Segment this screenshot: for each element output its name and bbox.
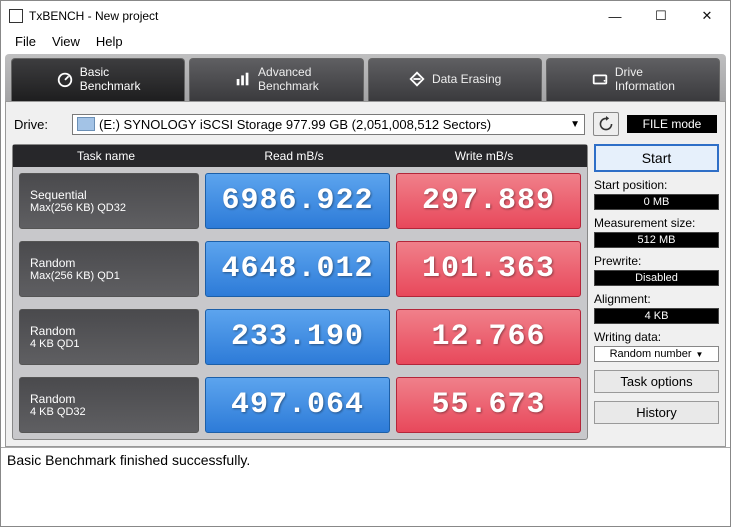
side-panel: Start Start position: 0 MB Measurement s… — [594, 144, 719, 440]
menu-view[interactable]: View — [46, 33, 86, 50]
drive-select[interactable]: (E:) SYNOLOGY iSCSI Storage 977.99 GB (2… — [72, 114, 585, 135]
task-random-4k-qd1[interactable]: Random4 KB QD1 — [19, 309, 199, 365]
read-value: 6986.922 — [205, 173, 390, 229]
gauge-icon — [56, 70, 74, 88]
minimize-button[interactable]: — — [592, 1, 638, 31]
close-button[interactable]: ✕ — [684, 1, 730, 31]
disk-icon — [77, 117, 95, 131]
menu-file[interactable]: File — [9, 33, 42, 50]
start-position-label: Start position: — [594, 174, 719, 192]
write-value: 101.363 — [396, 241, 581, 297]
app-name: TxBENCH — [29, 9, 84, 23]
results-table: Task name Read mB/s Write mB/s Sequentia… — [12, 144, 588, 440]
prewrite-value[interactable]: Disabled — [594, 270, 719, 286]
tab-strip: BasicBenchmark AdvancedBenchmark Data Er… — [5, 54, 726, 101]
drive-label: Drive: — [14, 117, 64, 132]
read-value: 233.190 — [205, 309, 390, 365]
file-mode-indicator[interactable]: FILE mode — [627, 115, 717, 133]
refresh-button[interactable] — [593, 112, 619, 136]
task-random-4k-qd32[interactable]: Random4 KB QD32 — [19, 377, 199, 433]
chevron-down-icon: ▼ — [696, 350, 704, 359]
task-sequential[interactable]: SequentialMax(256 KB) QD32 — [19, 173, 199, 229]
alignment-value[interactable]: 4 KB — [594, 308, 719, 324]
history-button[interactable]: History — [594, 401, 719, 424]
measurement-size-label: Measurement size: — [594, 212, 719, 230]
table-row: Random4 KB QD1 233.190 12.766 — [13, 303, 587, 371]
start-position-value[interactable]: 0 MB — [594, 194, 719, 210]
start-button[interactable]: Start — [594, 144, 719, 172]
drive-row: Drive: (E:) SYNOLOGY iSCSI Storage 977.9… — [12, 106, 719, 142]
task-options-button[interactable]: Task options — [594, 370, 719, 393]
writing-data-label: Writing data: — [594, 326, 719, 344]
write-value: 55.673 — [396, 377, 581, 433]
window-title: TxBENCH - New project — [29, 9, 592, 23]
read-value: 497.064 — [205, 377, 390, 433]
tab-advanced-benchmark[interactable]: AdvancedBenchmark — [189, 58, 363, 101]
chevron-down-icon: ▼ — [570, 119, 580, 130]
header-write: Write mB/s — [389, 145, 579, 167]
erase-icon — [408, 70, 426, 88]
main-panel: Drive: (E:) SYNOLOGY iSCSI Storage 977.9… — [5, 101, 726, 447]
refresh-icon — [598, 116, 614, 132]
table-header: Task name Read mB/s Write mB/s — [13, 145, 587, 167]
menu-help[interactable]: Help — [90, 33, 129, 50]
drive-icon — [591, 70, 609, 88]
table-row: SequentialMax(256 KB) QD32 6986.922 297.… — [13, 167, 587, 235]
bars-icon — [234, 70, 252, 88]
prewrite-label: Prewrite: — [594, 250, 719, 268]
title-bar: TxBENCH - New project — ☐ ✕ — [1, 1, 730, 31]
status-bar: Basic Benchmark finished successfully. — [1, 447, 730, 472]
header-read: Read mB/s — [199, 145, 389, 167]
tab-data-erasing[interactable]: Data Erasing — [368, 58, 542, 101]
write-value: 12.766 — [396, 309, 581, 365]
measurement-size-value[interactable]: 512 MB — [594, 232, 719, 248]
tab-label-2: Benchmark — [80, 79, 141, 93]
table-row: RandomMax(256 KB) QD1 4648.012 101.363 — [13, 235, 587, 303]
task-random-256k[interactable]: RandomMax(256 KB) QD1 — [19, 241, 199, 297]
write-value: 297.889 — [396, 173, 581, 229]
maximize-button[interactable]: ☐ — [638, 1, 684, 31]
tab-drive-information[interactable]: DriveInformation — [546, 58, 720, 101]
project-name: New project — [95, 9, 158, 23]
menu-bar: File View Help — [1, 31, 730, 54]
alignment-label: Alignment: — [594, 288, 719, 306]
app-icon — [9, 9, 23, 23]
table-row: Random4 KB QD32 497.064 55.673 — [13, 371, 587, 439]
read-value: 4648.012 — [205, 241, 390, 297]
tab-label-1: Basic — [80, 65, 109, 79]
tab-basic-benchmark[interactable]: BasicBenchmark — [11, 58, 185, 101]
writing-data-select[interactable]: Random number▼ — [594, 346, 719, 362]
header-task: Task name — [13, 145, 199, 167]
drive-selected-text: (E:) SYNOLOGY iSCSI Storage 977.99 GB (2… — [99, 117, 491, 132]
